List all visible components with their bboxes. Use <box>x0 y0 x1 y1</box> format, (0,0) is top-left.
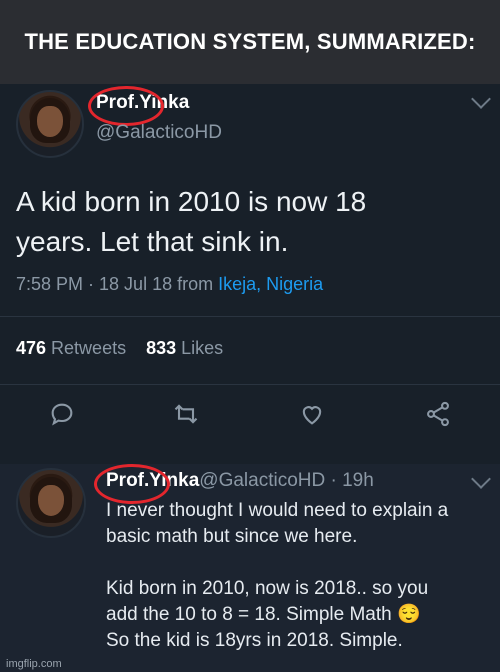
reply-text: I never thought I would need to explain … <box>106 498 448 654</box>
tweet-location-link[interactable]: Ikeja, Nigeria <box>218 274 323 294</box>
likes-label[interactable]: Likes <box>176 338 223 358</box>
likes-count[interactable]: 833 <box>146 338 176 358</box>
divider <box>0 384 500 385</box>
watermark: imgflip.com <box>6 658 62 670</box>
retweets-count[interactable]: 476 <box>16 338 46 358</box>
like-icon[interactable] <box>298 400 326 428</box>
retweets-label[interactable]: Retweets <box>46 338 126 358</box>
tweet-text-line: years. Let that sink in. <box>16 226 289 257</box>
reply-line: basic math but since we here. <box>106 526 358 547</box>
reply-line: add the 10 to 8 = 18. Simple Math 😌 <box>106 604 421 625</box>
chevron-down-icon[interactable] <box>471 469 491 489</box>
divider <box>0 316 500 317</box>
reply-handle: @GalacticoHD · 19h <box>199 470 374 491</box>
tweet-text-line: A kid born in 2010 is now 18 <box>16 186 367 217</box>
main-tweet[interactable]: Prof. Yinka @GalacticoHD A kid born in 2… <box>0 84 500 464</box>
meme-caption-bar: THE EDUCATION SYSTEM, SUMMARIZED: <box>0 0 500 84</box>
share-icon[interactable] <box>424 400 452 428</box>
reply-tweet[interactable]: Prof. Yinka @GalacticoHD · 19h I never t… <box>0 464 500 672</box>
reply-line: I never thought I would need to explain … <box>106 500 449 521</box>
avatar-face <box>37 106 63 137</box>
tweet-text: A kid born in 2010 is now 18 years. Let … <box>16 182 366 262</box>
highlight-circle <box>88 86 164 126</box>
chevron-down-icon[interactable] <box>471 89 491 109</box>
retweet-icon[interactable] <box>172 400 200 428</box>
avatar[interactable] <box>16 468 86 538</box>
tweet-stats: 476 Retweets 833 Likes <box>16 338 223 359</box>
meme-caption: THE EDUCATION SYSTEM, SUMMARIZED: <box>24 29 476 54</box>
author-handle[interactable]: @GalacticoHD <box>96 122 222 144</box>
tweet-timestamp: 7:58 PM · 18 Jul 18 from Ikeja, Nigeria <box>16 274 323 295</box>
avatar[interactable] <box>16 90 84 158</box>
reply-line: So the kid is 18yrs in 2018. Simple. <box>106 630 403 651</box>
reply-icon[interactable] <box>48 400 76 428</box>
tweet-time: 7:58 PM · 18 Jul 18 from <box>16 274 219 294</box>
reply-line: Kid born in 2010, now is 2018.. so you <box>106 578 429 599</box>
